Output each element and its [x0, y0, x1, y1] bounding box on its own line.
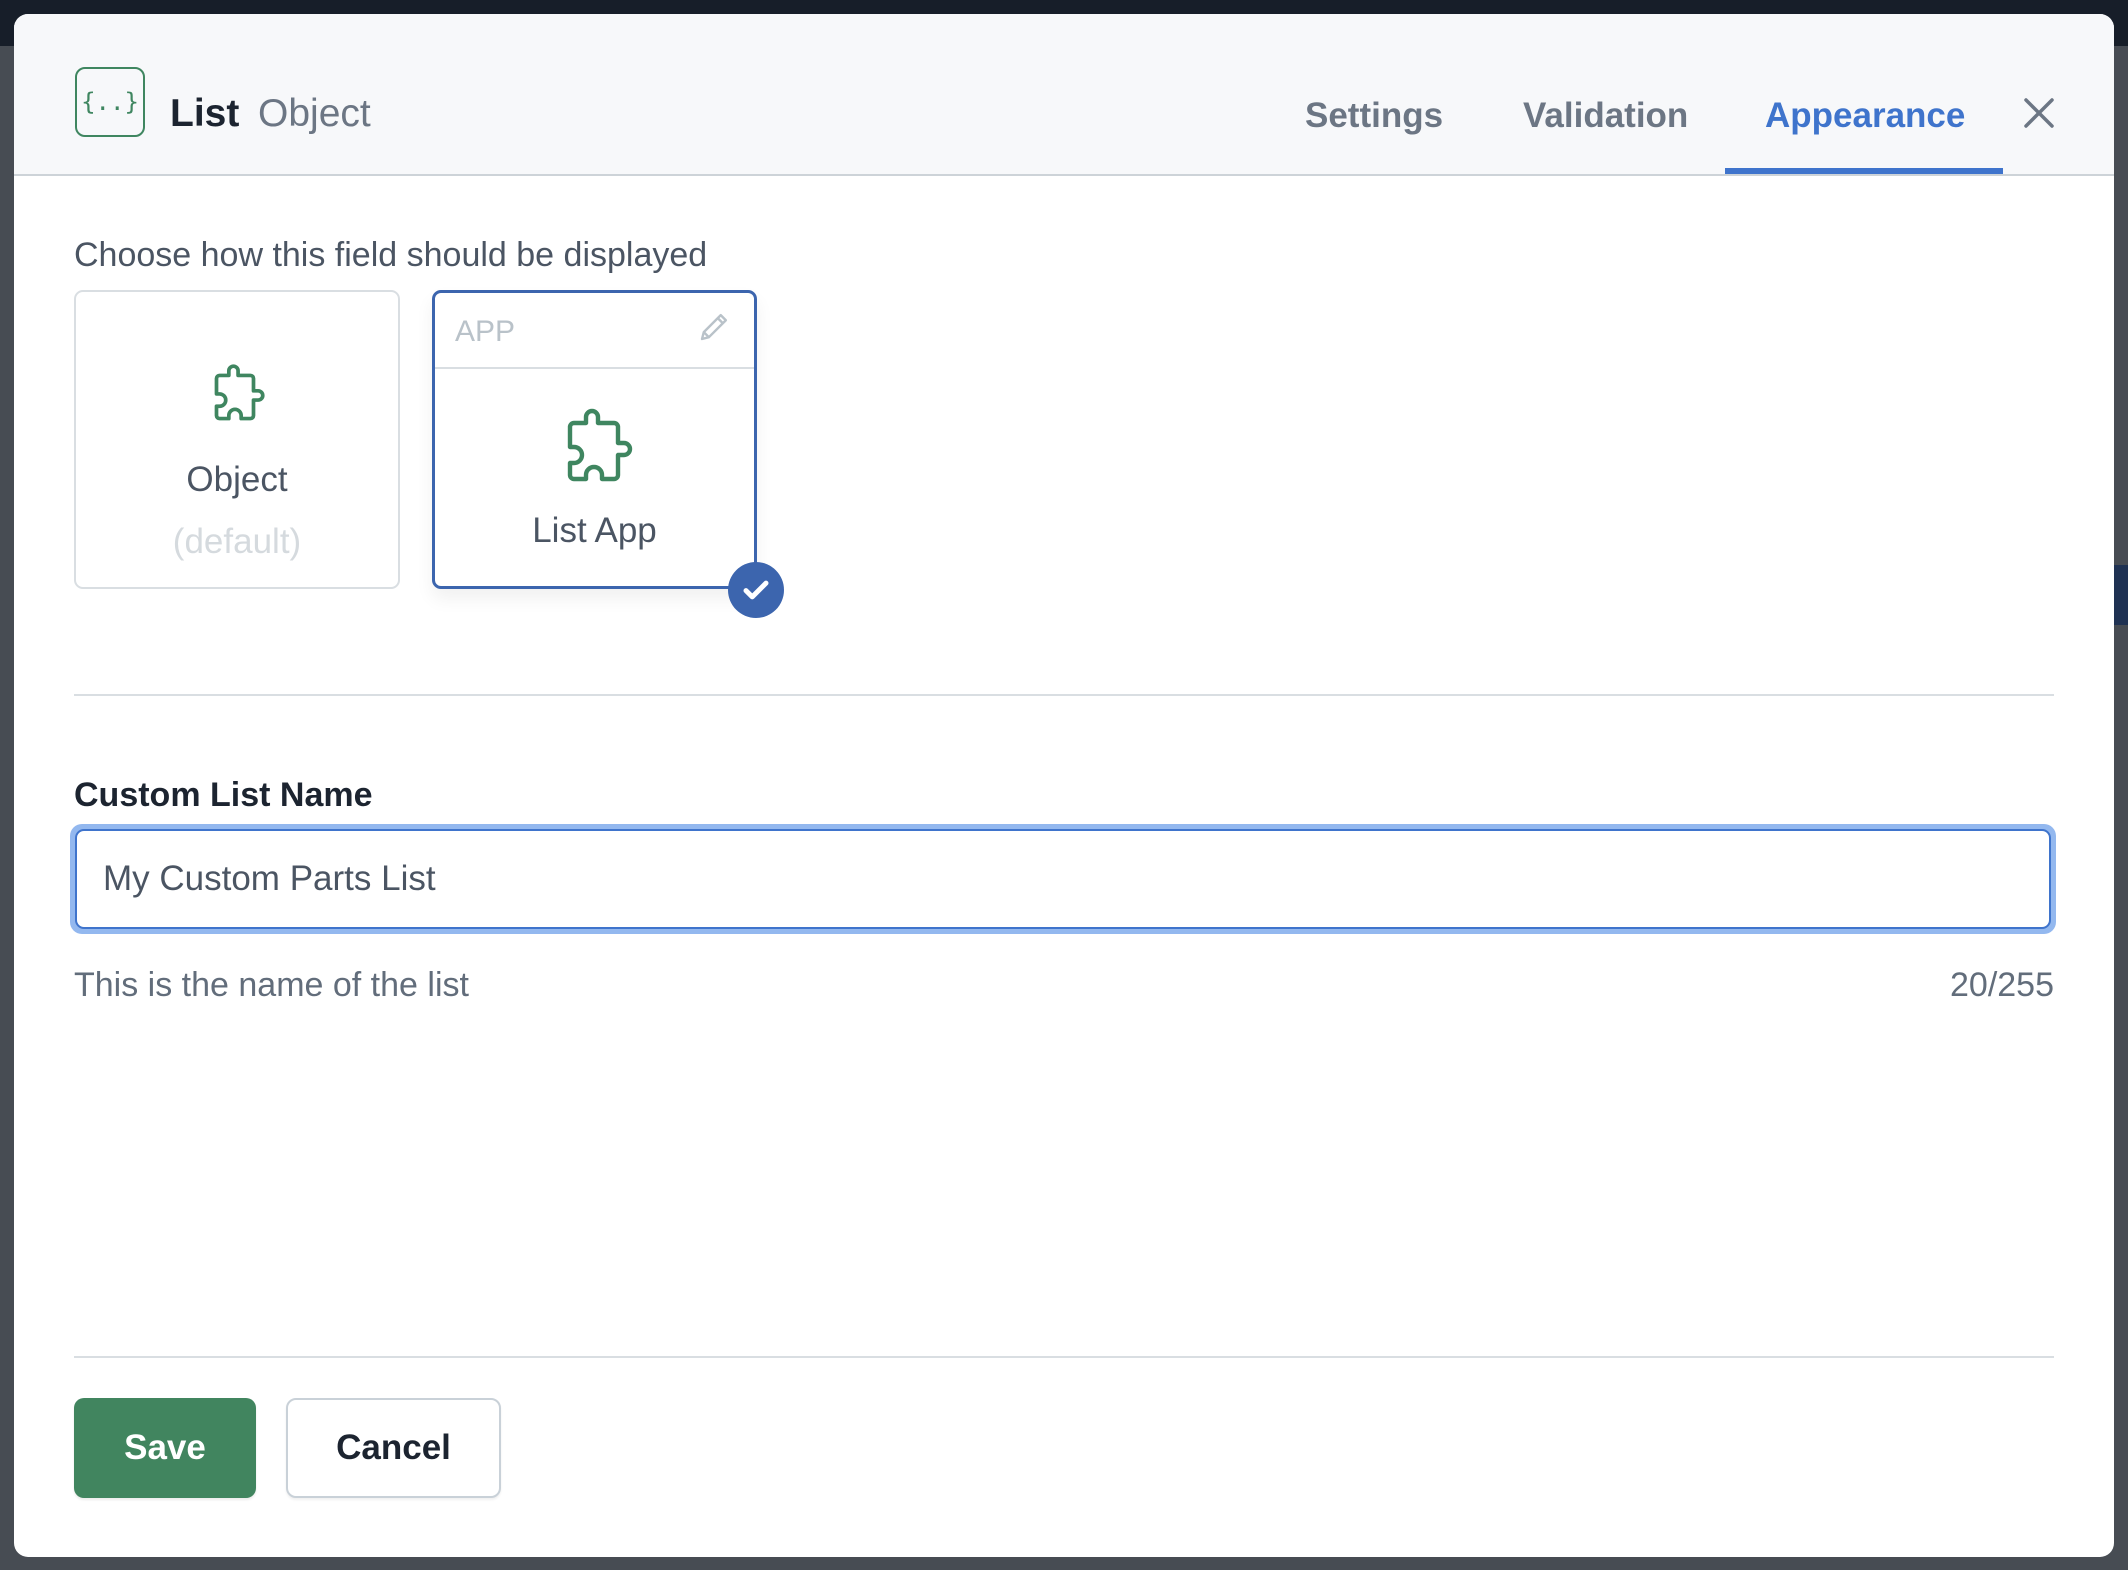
modal-header: {..} List Object Settings Validation App… [14, 14, 2114, 176]
custom-list-name-help: This is the name of the list [74, 966, 469, 1004]
tab-appearance[interactable]: Appearance [1765, 96, 1965, 136]
pencil-icon[interactable] [696, 309, 732, 345]
checkmark-icon [743, 580, 769, 600]
close-button[interactable] [2016, 90, 2062, 136]
tab-settings[interactable]: Settings [1305, 96, 1443, 136]
display-option-list-app[interactable]: APP List App [432, 290, 757, 589]
tab-validation[interactable]: Validation [1523, 96, 1688, 136]
display-option-object[interactable]: Object (default) [74, 290, 400, 589]
field-settings-modal: {..} List Object Settings Validation App… [14, 14, 2114, 1557]
option-default-label: (default) [172, 522, 302, 561]
section-divider [74, 694, 2054, 696]
appearance-intro: Choose how this field should be displaye… [74, 236, 708, 274]
app-tag: APP [455, 315, 516, 348]
footer-divider [74, 1356, 2054, 1358]
field-title: List [170, 92, 240, 135]
character-counter: 20/255 [1950, 966, 2054, 1004]
option-name: Object [186, 460, 288, 499]
option-name: List App [532, 511, 657, 550]
background-app-selected-row [2114, 565, 2128, 625]
active-tab-indicator [1725, 168, 2003, 174]
save-button[interactable]: Save [74, 1398, 256, 1498]
puzzle-icon [567, 408, 633, 482]
custom-list-name-input[interactable] [75, 829, 2051, 929]
cancel-button[interactable]: Cancel [286, 1398, 501, 1498]
background-app-left [0, 46, 14, 1570]
field-type: Object [258, 92, 371, 135]
puzzle-icon [214, 364, 265, 421]
curly-braces-icon: {..} [75, 67, 145, 137]
selected-check-badge [728, 562, 784, 618]
custom-list-name-label: Custom List Name [74, 776, 373, 814]
option-header: APP [435, 293, 754, 369]
input-focus-ring [70, 824, 2056, 934]
close-icon [2024, 98, 2054, 128]
